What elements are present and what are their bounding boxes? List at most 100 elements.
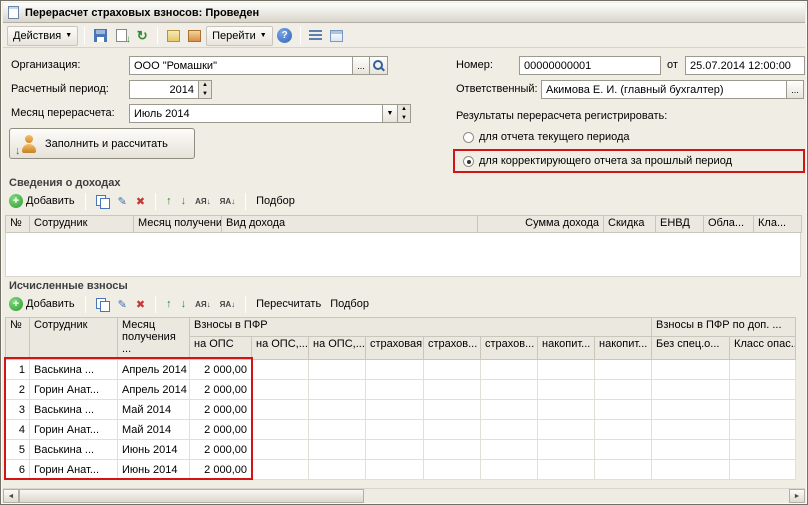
empty-cell[interactable] xyxy=(309,440,366,460)
empty-cell[interactable] xyxy=(309,380,366,400)
empty-cell[interactable] xyxy=(652,440,730,460)
empty-cell[interactable] xyxy=(366,440,424,460)
income-column-header[interactable]: № xyxy=(6,216,30,233)
contrib-group-header-pfr-extra[interactable]: Взносы в ПФР по доп. ... xyxy=(652,318,796,337)
contrib-subcolumn-header[interactable]: на ОПС xyxy=(190,337,252,360)
contrib-copy-button[interactable] xyxy=(94,298,111,311)
empty-cell[interactable] xyxy=(366,400,424,420)
contrib-table-row[interactable]: 6Горин Анат...Июнь 20142 000,00 xyxy=(6,460,796,480)
income-add-button[interactable]: + Добавить xyxy=(7,194,77,208)
ops-amount-cell[interactable]: 2 000,00 xyxy=(190,400,252,420)
empty-cell[interactable] xyxy=(652,420,730,440)
organization-field[interactable]: ООО "Ромашки" xyxy=(129,56,353,75)
recalc-month-spinner[interactable]: ▲ ▼ xyxy=(397,104,411,123)
employee-cell[interactable]: Васькина ... xyxy=(30,440,118,460)
empty-cell[interactable] xyxy=(481,420,538,440)
contrib-group-header-pfr[interactable]: Взносы в ПФР xyxy=(190,318,652,337)
employee-cell[interactable]: Горин Анат... xyxy=(30,380,118,400)
contrib-table-row[interactable]: 1Васькина ...Апрель 20142 000,00 xyxy=(6,360,796,380)
ops-amount-cell[interactable]: 2 000,00 xyxy=(190,460,252,480)
empty-cell[interactable] xyxy=(538,460,595,480)
empty-cell[interactable] xyxy=(481,360,538,380)
contrib-column-header[interactable]: Месяц получения ... xyxy=(118,318,190,360)
empty-cell[interactable] xyxy=(730,380,796,400)
contrib-subcolumn-header[interactable]: накопит... xyxy=(595,337,652,360)
empty-cell[interactable] xyxy=(252,380,309,400)
contrib-subcolumn-header[interactable]: на ОПС,... xyxy=(309,337,366,360)
employee-cell[interactable]: Васькина ... xyxy=(30,400,118,420)
empty-cell[interactable] xyxy=(538,380,595,400)
recalc-month-field[interactable]: Июль 2014 xyxy=(129,104,383,123)
empty-cell[interactable] xyxy=(252,400,309,420)
save-button[interactable] xyxy=(91,27,109,45)
month-cell[interactable]: Апрель 2014 xyxy=(118,380,190,400)
month-cell[interactable]: Апрель 2014 xyxy=(118,360,190,380)
income-column-header[interactable]: Обла... xyxy=(704,216,754,233)
income-column-header[interactable]: Сотрудник xyxy=(30,216,134,233)
empty-cell[interactable] xyxy=(424,380,481,400)
contrib-pick-button[interactable]: Подбор xyxy=(328,298,371,310)
contrib-subcolumn-header[interactable]: страхов... xyxy=(424,337,481,360)
empty-cell[interactable] xyxy=(652,400,730,420)
income-column-header[interactable]: Вид дохода xyxy=(222,216,478,233)
income-column-header[interactable]: Сумма дохода xyxy=(478,216,604,233)
actions-button[interactable]: Действия ▼ xyxy=(7,26,78,46)
empty-cell[interactable] xyxy=(309,360,366,380)
empty-cell[interactable] xyxy=(595,460,652,480)
empty-cell[interactable] xyxy=(538,360,595,380)
empty-cell[interactable] xyxy=(424,400,481,420)
contrib-sort-desc-button[interactable]: ЯА↓ xyxy=(218,300,238,309)
responsible-select-button[interactable]: ... xyxy=(786,80,804,99)
empty-cell[interactable] xyxy=(309,420,366,440)
empty-cell[interactable] xyxy=(309,400,366,420)
help-button[interactable]: ? xyxy=(276,27,294,45)
period-spinner[interactable]: ▲ ▼ xyxy=(198,80,212,99)
empty-cell[interactable] xyxy=(595,400,652,420)
contrib-subcolumn-header[interactable]: на ОПС,... xyxy=(252,337,309,360)
list-settings-button[interactable] xyxy=(307,27,325,45)
contrib-add-button[interactable]: + Добавить xyxy=(7,297,77,311)
empty-cell[interactable] xyxy=(252,360,309,380)
radio-current-period[interactable]: для отчета текущего периода xyxy=(463,130,630,144)
income-delete-button[interactable]: ✖ xyxy=(134,195,147,208)
number-field[interactable]: 00000000001 xyxy=(519,56,661,75)
contrib-subcolumn-header[interactable]: страхов... xyxy=(481,337,538,360)
empty-cell[interactable] xyxy=(366,380,424,400)
contrib-move-up-button[interactable]: ↑ xyxy=(164,298,174,310)
empty-cell[interactable] xyxy=(730,440,796,460)
empty-cell[interactable] xyxy=(481,380,538,400)
income-column-header[interactable]: Скидка xyxy=(604,216,656,233)
scroll-left-button[interactable]: ◄ xyxy=(3,489,19,503)
month-cell[interactable]: Июнь 2014 xyxy=(118,440,190,460)
empty-cell[interactable] xyxy=(481,400,538,420)
responsible-field[interactable]: Акимова Е. И. (главный бухгалтер) xyxy=(541,80,787,99)
contrib-table-row[interactable]: 5Васькина ...Июнь 20142 000,00 xyxy=(6,440,796,460)
income-copy-button[interactable] xyxy=(94,195,111,208)
contrib-move-down-button[interactable]: ↓ xyxy=(179,298,189,310)
recalc-month-dropdown-button[interactable]: ▼ xyxy=(382,104,398,123)
income-table-body[interactable] xyxy=(5,233,801,277)
empty-cell[interactable] xyxy=(595,380,652,400)
empty-cell[interactable] xyxy=(252,440,309,460)
empty-cell[interactable] xyxy=(538,440,595,460)
fill-and-calculate-button[interactable]: ↓ Заполнить и рассчитать xyxy=(9,128,195,159)
goto-button[interactable]: Перейти ▼ xyxy=(206,26,273,46)
empty-cell[interactable] xyxy=(252,420,309,440)
income-column-header[interactable]: ЕНВД xyxy=(656,216,704,233)
empty-cell[interactable] xyxy=(652,460,730,480)
row-number-cell[interactable]: 4 xyxy=(6,420,30,440)
empty-cell[interactable] xyxy=(730,360,796,380)
scrollbar-thumb[interactable] xyxy=(19,489,364,503)
empty-cell[interactable] xyxy=(595,440,652,460)
contrib-subcolumn-header[interactable]: накопит... xyxy=(538,337,595,360)
employee-cell[interactable]: Горин Анат... xyxy=(30,420,118,440)
refresh-button[interactable]: ↻ xyxy=(133,27,151,45)
empty-cell[interactable] xyxy=(652,380,730,400)
empty-cell[interactable] xyxy=(481,460,538,480)
empty-cell[interactable] xyxy=(366,360,424,380)
month-cell[interactable]: Май 2014 xyxy=(118,420,190,440)
empty-cell[interactable] xyxy=(424,440,481,460)
post-button[interactable]: ↓ xyxy=(112,27,130,45)
income-edit-button[interactable]: ✎ xyxy=(116,195,129,208)
empty-cell[interactable] xyxy=(309,460,366,480)
